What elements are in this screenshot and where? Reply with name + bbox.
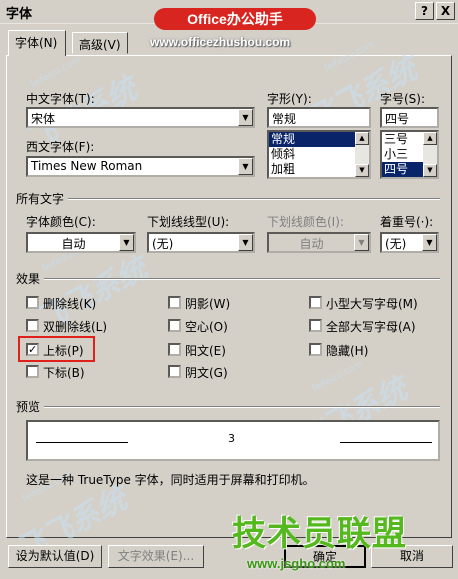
checkbox-box[interactable] (168, 319, 181, 332)
cjk-font-value: 宋体 (31, 112, 56, 126)
jsgho-logo-url: www.jsgho.com (247, 556, 346, 571)
underline-style-value: (无) (152, 237, 174, 251)
font-color-value: 自动 (61, 237, 86, 251)
underline-color-value: 自动 (299, 237, 324, 251)
office-banner: Office办公助手 (154, 8, 316, 30)
checkbox-box[interactable]: ✓ (26, 343, 39, 356)
font-style-value: 常规 (272, 112, 297, 126)
checkbox-box[interactable] (309, 296, 322, 309)
preview-baseline (36, 442, 128, 443)
set-default-button[interactable]: 设为默认值(D) (8, 545, 102, 568)
cjk-font-dropdown[interactable]: 宋体 ▼ (26, 107, 255, 128)
tab-font[interactable]: 字体(N) (8, 30, 66, 56)
section-divider (44, 406, 440, 408)
font-style-input[interactable]: 常规 (267, 107, 371, 128)
effects-section-label: 效果 (16, 272, 41, 286)
underline-color-label: 下划线颜色(I): (267, 215, 344, 229)
font-style-list[interactable]: 常规 倾斜 加粗 ▲ ▼ (267, 130, 371, 179)
preview-note: 这是一种 TrueType 字体，同时适用于屏幕和打印机。 (26, 473, 315, 487)
preview-sample: 3 (228, 432, 235, 445)
tab-advanced[interactable]: 高级(V) (72, 32, 128, 54)
preview-box: 3 (26, 420, 440, 461)
scroll-down-icon[interactable]: ▼ (423, 164, 437, 177)
chevron-down-icon[interactable]: ▼ (238, 158, 253, 175)
checkbox-box[interactable] (309, 343, 322, 356)
font-size-input[interactable]: 四号 (380, 107, 439, 128)
section-divider (44, 278, 440, 280)
emphasis-mark-value: (无) (385, 237, 407, 251)
checkbox-label: 上标(P) (43, 344, 84, 358)
window-title: 字体 (6, 7, 33, 22)
western-font-dropdown[interactable]: Times New Roman ▼ (26, 156, 255, 177)
checkbox-box[interactable] (26, 319, 39, 332)
scrollbar[interactable]: ▲ ▼ (423, 132, 437, 177)
underline-color-dropdown: 自动 ▼ (267, 232, 371, 253)
underline-style-dropdown[interactable]: (无) ▼ (147, 232, 255, 253)
checkbox-box[interactable] (309, 319, 322, 332)
checkbox-label: 双删除线(L) (43, 320, 108, 334)
chevron-down-icon[interactable]: ▼ (422, 234, 437, 251)
scroll-up-icon[interactable]: ▲ (355, 132, 369, 145)
checkbox-label: 小型大写字母(M) (326, 297, 418, 311)
checkbox-box[interactable] (26, 365, 39, 378)
preview-section-label: 预览 (16, 400, 41, 414)
checkbox-label: 隐藏(H) (326, 344, 369, 358)
cjk-font-label: 中文字体(T): (26, 92, 95, 106)
font-style-label: 字形(Y): (267, 92, 312, 106)
western-font-label: 西文字体(F): (26, 140, 95, 154)
checkbox-box[interactable] (168, 296, 181, 309)
underline-style-label: 下划线线型(U): (147, 215, 230, 229)
emphasis-mark-dropdown[interactable]: (无) ▼ (380, 232, 439, 253)
font-size-list[interactable]: 三号 小三 四号 ▲ ▼ (380, 130, 439, 179)
emphasis-mark-label: 着重号(·): (380, 215, 434, 229)
checkbox-label: 全部大写字母(A) (326, 320, 416, 334)
checkbox-label: 空心(O) (185, 320, 228, 334)
font-size-value: 四号 (385, 112, 410, 126)
checkbox-box[interactable] (26, 296, 39, 309)
chevron-down-icon[interactable]: ▼ (238, 234, 253, 251)
list-item[interactable]: 倾斜 (269, 147, 369, 162)
checkbox-box[interactable] (168, 365, 181, 378)
preview-baseline (340, 442, 432, 443)
jsgho-logo: 技术员联盟 (232, 514, 407, 554)
close-button[interactable]: X (436, 2, 455, 20)
checkbox-label: 阴影(W) (185, 297, 231, 311)
chevron-down-icon[interactable]: ▼ (119, 234, 134, 251)
chevron-down-icon[interactable]: ▼ (238, 109, 253, 126)
banner-url: www.officezhushou.com (150, 35, 291, 49)
checkbox-label: 下标(B) (43, 366, 85, 380)
checkbox-label: 阳文(E) (185, 344, 226, 358)
checkbox-box[interactable] (168, 343, 181, 356)
section-divider (68, 198, 440, 200)
list-item[interactable]: 常规 (269, 132, 369, 147)
list-item[interactable]: 加粗 (269, 162, 369, 177)
text-effects-button[interactable]: 文字效果(E)... (108, 545, 204, 568)
western-font-value: Times New Roman (31, 159, 143, 173)
checkbox-label: 阴文(G) (185, 366, 228, 380)
font-color-dropdown[interactable]: 自动 ▼ (26, 232, 136, 253)
chevron-down-icon: ▼ (354, 234, 369, 251)
help-button[interactable]: ? (415, 2, 434, 20)
scroll-down-icon[interactable]: ▼ (355, 164, 369, 177)
scrollbar[interactable]: ▲ ▼ (355, 132, 369, 177)
font-size-label: 字号(S): (380, 92, 426, 106)
all-text-section-label: 所有文字 (16, 192, 65, 206)
font-color-label: 字体颜色(C): (26, 215, 96, 229)
scroll-up-icon[interactable]: ▲ (423, 132, 437, 145)
checkbox-label: 删除线(K) (43, 297, 97, 311)
